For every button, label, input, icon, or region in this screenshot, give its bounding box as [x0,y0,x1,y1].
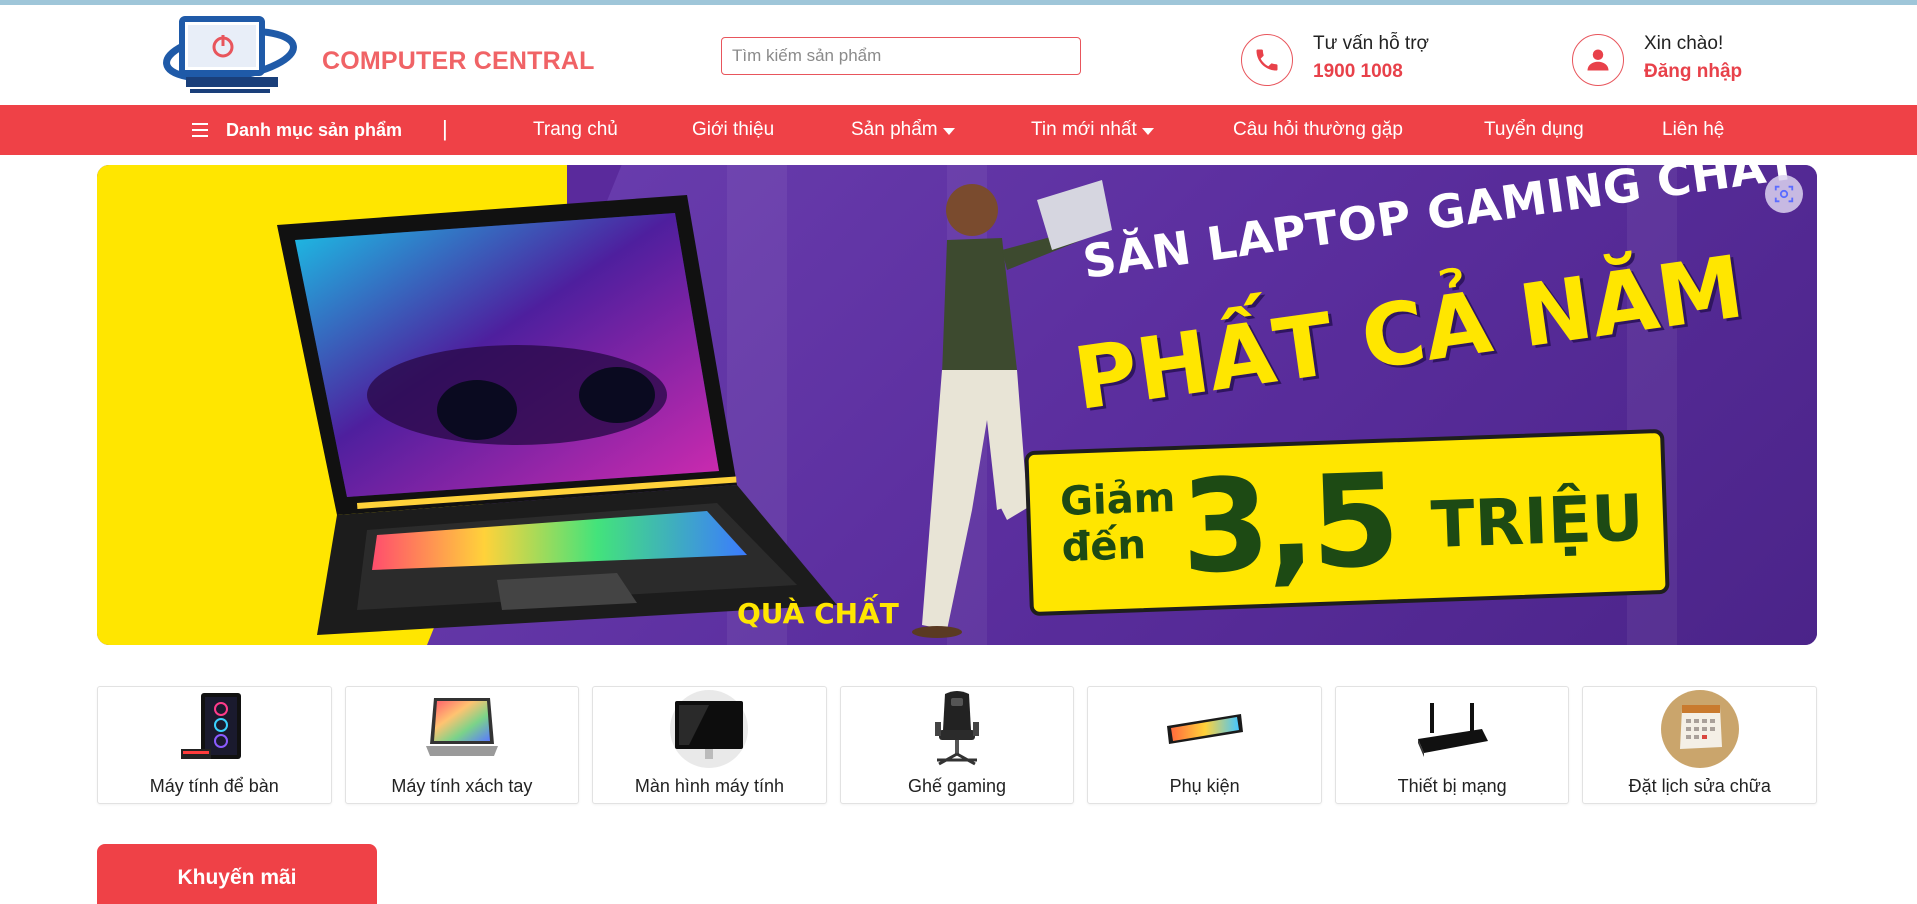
desktop-pc-icon [174,690,254,768]
promotions-tab[interactable]: Khuyến mãi [97,844,377,904]
support-label: Tư vấn hỗ trợ [1313,33,1429,54]
main-nav: Danh mục sản phẩm | Trang chủ Giới thiệu… [0,105,1917,155]
nav-faq-label: Câu hỏi thường gặp [1233,119,1403,140]
category-desktop-label: Máy tính để bàn [149,776,279,796]
category-accessories-label: Phụ kiện [1169,776,1240,796]
laptop-icon [422,690,502,768]
support-block: Tư vấn hỗ trợ 1900 1008 [1313,33,1429,83]
nav-careers-label: Tuyển dụng [1484,119,1584,140]
category-strip: Máy tính để bàn Máy tính xách tay Màn hì… [97,686,1818,804]
router-icon [1412,690,1492,768]
category-gaming-chair-label: Ghế gaming [907,776,1007,796]
visual-search-icon[interactable] [1765,175,1803,213]
nav-home[interactable]: Trang chủ [533,105,618,155]
category-network[interactable]: Thiết bị mạng [1334,686,1570,804]
gaming-chair-icon [917,690,997,768]
nav-news[interactable]: Tin mới nhất [1031,105,1154,155]
account-block: Xin chào! Đăng nhập [1644,33,1742,83]
discount-amount: 3,5 [1178,446,1399,603]
category-gaming-chair[interactable]: Ghế gaming [839,686,1075,804]
nav-careers[interactable]: Tuyển dụng [1484,105,1584,155]
category-accessories[interactable]: Phụ kiện [1087,686,1322,804]
nav-products[interactable]: Sản phẩm [851,105,955,155]
logo-icon[interactable] [160,13,300,99]
monitor-icon [669,690,749,768]
category-repair-booking[interactable]: Đặt lịch sửa chữa [1582,686,1818,804]
discount-prefix: Giảm đến [1059,474,1177,571]
keyboard-icon [1165,690,1245,768]
greeting-text: Xin chào! [1644,33,1724,54]
nav-news-label: Tin mới nhất [1031,119,1137,140]
category-menu-label: Danh mục sản phẩm [226,119,403,140]
nav-about-label: Giới thiệu [692,119,775,140]
nav-about[interactable]: Giới thiệu [692,105,774,155]
discount-box: Giảm đến 3,5 TRIỆU [1024,428,1670,617]
nav-separator: | [442,116,448,141]
category-monitor[interactable]: Màn hình máy tính [592,686,827,804]
discount-unit: TRIỆU [1429,481,1645,564]
caret-down-icon [942,127,955,135]
nav-contact[interactable]: Liên hệ [1662,105,1724,155]
login-link[interactable]: Đăng nhập [1644,61,1742,83]
search-input[interactable] [721,37,1081,75]
user-icon[interactable] [1572,34,1624,86]
menu-icon [192,119,208,141]
category-network-label: Thiết bị mạng [1397,776,1507,796]
nav-contact-label: Liên hệ [1662,119,1725,140]
brand-name[interactable]: COMPUTER CENTRAL [322,47,595,76]
phone-icon[interactable] [1241,34,1293,86]
nav-faq[interactable]: Câu hỏi thường gặp [1233,105,1403,155]
support-phone[interactable]: 1900 1008 [1313,61,1429,83]
nav-home-label: Trang chủ [533,119,618,140]
calendar-icon [1660,690,1740,768]
caret-down-icon [1141,127,1154,135]
category-menu-button[interactable]: Danh mục sản phẩm [192,105,402,155]
category-monitor-label: Màn hình máy tính [634,776,784,796]
site-header: COMPUTER CENTRAL Tư vấn hỗ trợ 1900 1008… [0,5,1917,105]
category-laptop[interactable]: Máy tính xách tay [344,686,580,804]
gift-text: QUÀ CHẤT [737,597,899,630]
category-laptop-label: Máy tính xách tay [391,776,533,796]
promotions-tab-label: Khuyến mãi [177,866,297,889]
nav-products-label: Sản phẩm [851,119,938,140]
category-desktop[interactable]: Máy tính để bàn [97,686,332,804]
promo-banner[interactable]: SĂN LAPTOP GAMING CHẤT PHẤT CẢ NĂM Giảm … [97,165,1817,645]
category-repair-booking-label: Đặt lịch sửa chữa [1628,776,1771,796]
gaming-laptop-image [277,195,837,635]
